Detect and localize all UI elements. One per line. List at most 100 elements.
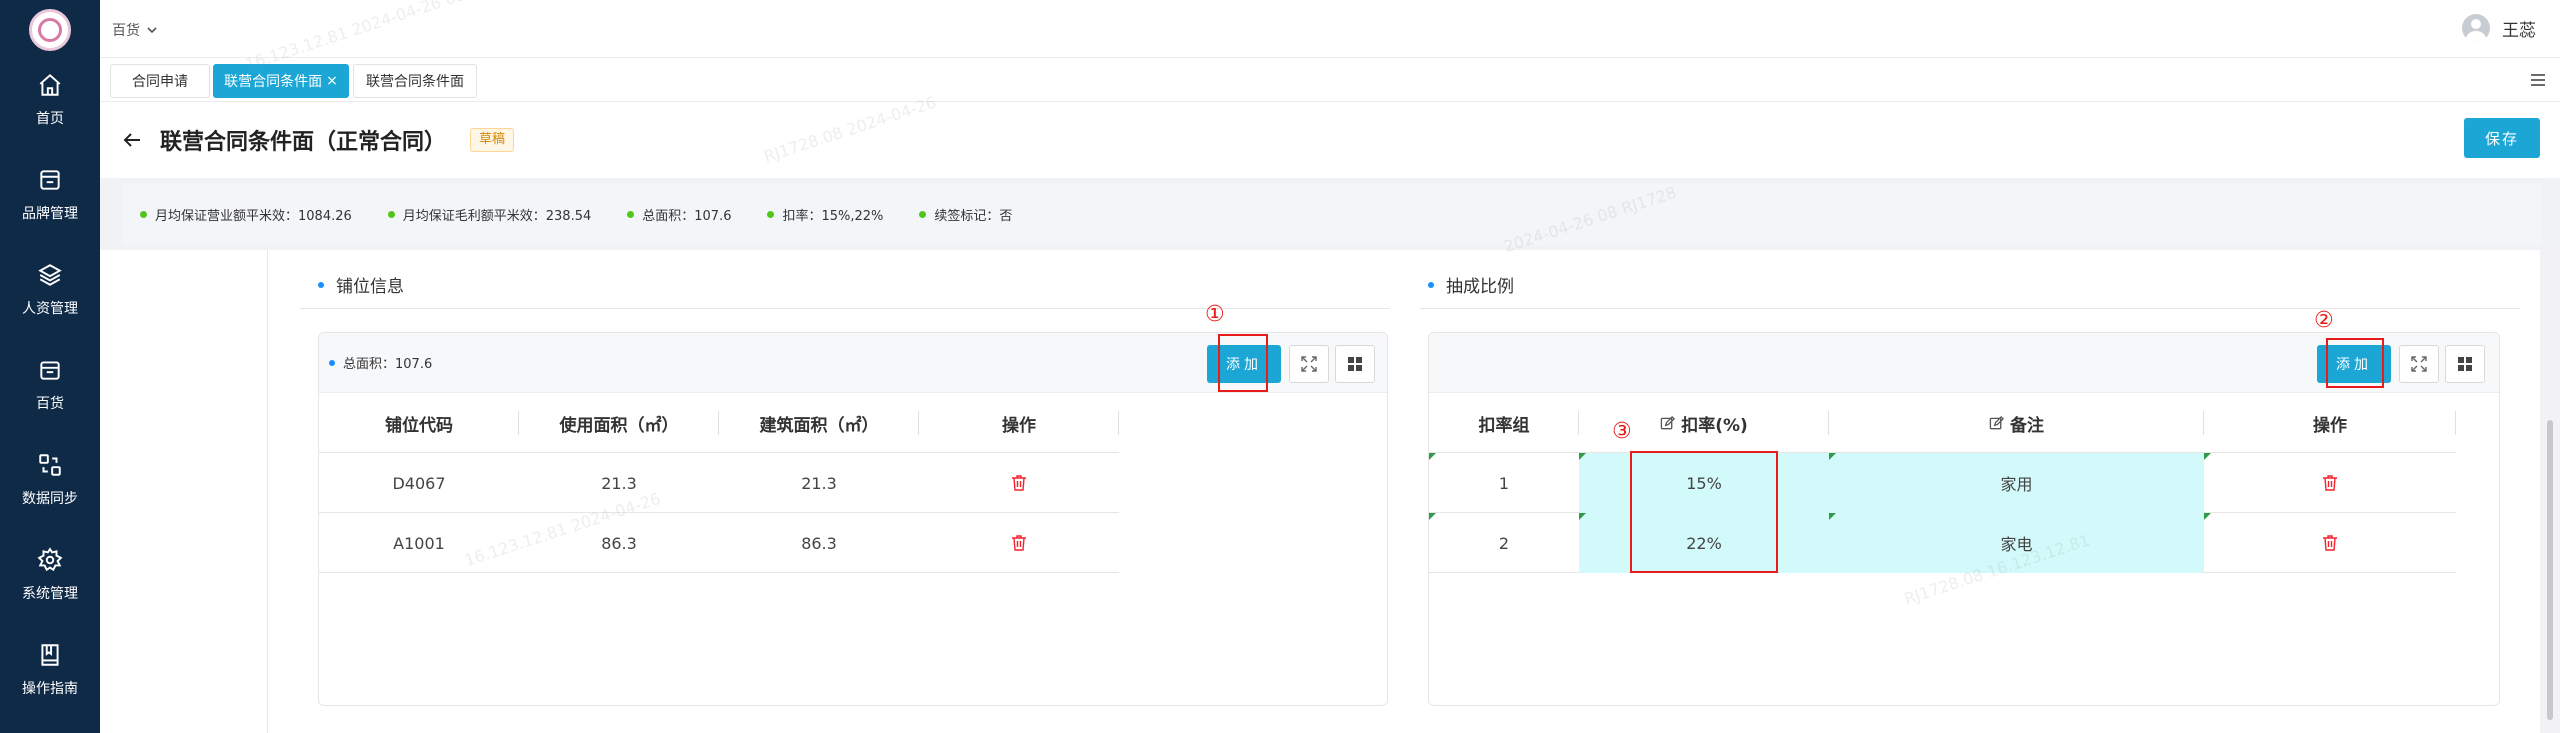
cell-text: 家电	[2000, 535, 2033, 554]
stat-text: 月均保证营业额平米效：1084.26	[155, 208, 352, 224]
avatar	[2462, 14, 2490, 42]
rate-group-cell[interactable]: 2	[1429, 513, 1579, 573]
menu-icon[interactable]	[2528, 70, 2548, 90]
bullet-icon	[1428, 281, 1434, 288]
annotation-marker-2: ②	[2314, 308, 2334, 333]
logo[interactable]	[29, 9, 71, 51]
column-header[interactable]: 使用面积（㎡）	[519, 393, 719, 453]
shop-code-cell[interactable]: D4067	[319, 453, 519, 513]
sidebar-item-label: 首页	[36, 111, 64, 127]
actions-cell	[919, 453, 1119, 513]
sidebar-item-guide[interactable]: 操作指南	[0, 634, 100, 724]
total-area-note: 总面积：107.6	[329, 353, 432, 372]
table-row: A1001 86.3 86.3	[319, 513, 1119, 573]
back-arrow-icon[interactable]	[122, 130, 142, 150]
build-area-cell[interactable]: 86.3	[719, 513, 919, 573]
sidebar-item-label: 系统管理	[22, 586, 78, 602]
bag-icon	[40, 361, 60, 380]
column-header-text: 扣率(%)	[1681, 415, 1748, 436]
user-menu[interactable]: 王蕊	[2462, 14, 2536, 42]
shop-code-cell[interactable]: A1001	[319, 513, 519, 573]
delete-icon[interactable]	[1011, 534, 1027, 552]
save-button-label: 保存	[2484, 129, 2519, 148]
tabs-bar: 合同申请 联营合同条件面 × 联营合同条件面	[100, 58, 2560, 102]
use-area-cell[interactable]: 86.3	[519, 513, 719, 573]
column-header-text: 建筑面积（㎡）	[759, 415, 879, 436]
stat-renewal-flag: 续签标记：否	[919, 205, 1012, 224]
stat-deduction-rate: 扣率：15%,22%	[767, 205, 883, 224]
status-dot-icon	[627, 210, 635, 218]
actions-cell	[2204, 513, 2456, 573]
column-settings-button[interactable]	[1335, 345, 1375, 383]
table-row: 2 22% 家电	[1429, 513, 2456, 573]
bullet-icon	[329, 359, 335, 366]
note-cell[interactable]: 家电	[1829, 513, 2204, 573]
page-header: 联营合同条件面（正常合同） 草稿 保存	[100, 102, 2560, 178]
section-title-text: 铺位信息	[336, 277, 404, 297]
sidebar-item-label: 百货	[36, 396, 64, 412]
status-dot-icon	[387, 210, 395, 218]
stat-total-area: 总面积：107.6	[627, 205, 731, 224]
bullet-icon	[318, 281, 324, 288]
rate-group-cell[interactable]: 1	[1429, 453, 1579, 513]
tab-joint-contract[interactable]: 联营合同条件面	[353, 64, 477, 98]
divider	[300, 308, 1390, 309]
fullscreen-button[interactable]	[2399, 345, 2439, 383]
cell-text: 2	[1498, 533, 1510, 553]
book-icon	[41, 644, 59, 666]
stat-avg-gross-profit: 月均保证毛利额平米效：238.54	[387, 205, 592, 224]
tab-label: 合同申请	[132, 74, 188, 90]
sidebar-item-label: 操作指南	[22, 681, 78, 697]
column-header-text: 操作	[1002, 415, 1036, 436]
shop-table-header: 铺位代码 使用面积（㎡） 建筑面积（㎡） 操作	[319, 393, 1119, 453]
tab-label: 联营合同条件面	[224, 74, 323, 90]
commission-section-title: 抽成比例	[1428, 272, 1514, 297]
close-icon[interactable]: ×	[326, 73, 338, 89]
sidebar-item-label: 数据同步	[22, 491, 78, 507]
sidebar-item-hr[interactable]: 人资管理	[0, 254, 100, 344]
column-header-text: 使用面积（㎡）	[559, 415, 679, 436]
divider	[1420, 308, 2520, 309]
sidebar-item-data-sync[interactable]: 数据同步	[0, 444, 100, 534]
delete-icon[interactable]	[1011, 474, 1027, 492]
grid-icon	[1348, 357, 1362, 371]
brand-select[interactable]: 百货	[112, 20, 158, 40]
column-header-text: 备注	[2010, 415, 2044, 436]
delete-icon[interactable]	[2322, 534, 2338, 552]
use-area-cell[interactable]: 21.3	[519, 453, 719, 513]
sidebar-item-system[interactable]: 系统管理	[0, 539, 100, 629]
status-dot-icon	[140, 210, 147, 218]
tab-label: 联营合同条件面	[366, 74, 464, 90]
sidebar-item-department-store[interactable]: 百货	[0, 349, 100, 439]
cell-text: A1001	[393, 533, 445, 553]
save-button[interactable]: 保存	[2464, 118, 2540, 158]
column-header[interactable]: 备注	[1829, 393, 2204, 453]
commission-panel: 添加 扣率组 扣率(%) 备注 操作 1 15% 家用 2 22% 家电	[1428, 332, 2500, 706]
column-header: 操作	[919, 393, 1119, 453]
table-row: D4067 21.3 21.3	[319, 453, 1119, 513]
actions-cell	[919, 513, 1119, 573]
note-cell[interactable]: 家用	[1829, 453, 2204, 513]
sidebar-item-home[interactable]: 首页	[0, 64, 100, 154]
edit-icon	[1989, 415, 2004, 429]
column-settings-button[interactable]	[2445, 345, 2485, 383]
fullscreen-button[interactable]	[1289, 345, 1329, 383]
edit-icon	[1660, 415, 1676, 429]
sidebar-item-label: 品牌管理	[22, 206, 78, 222]
tab-joint-contract-active[interactable]: 联营合同条件面 ×	[213, 64, 349, 98]
column-header[interactable]: 扣率组	[1429, 393, 1579, 453]
delete-icon[interactable]	[2322, 474, 2338, 492]
home-icon	[39, 73, 61, 96]
tab-contract-apply[interactable]: 合同申请	[110, 64, 210, 98]
build-area-cell[interactable]: 21.3	[719, 453, 919, 513]
gear-icon	[37, 547, 63, 572]
column-header[interactable]: 铺位代码	[319, 393, 519, 453]
column-header-text: 操作	[2313, 415, 2347, 436]
scrollbar-thumb[interactable]	[2547, 420, 2553, 720]
column-header[interactable]: 建筑面积（㎡）	[719, 393, 919, 453]
cell-text: 家用	[2000, 475, 2033, 494]
summary-stats: 月均保证营业额平米效：1084.26 月均保证毛利额平米效：238.54 总面积…	[122, 183, 2542, 245]
sidebar-item-brand[interactable]: 品牌管理	[0, 159, 100, 249]
brand-select-label: 百货	[112, 23, 140, 39]
stat-text: 月均保证毛利额平米效：238.54	[402, 208, 592, 224]
